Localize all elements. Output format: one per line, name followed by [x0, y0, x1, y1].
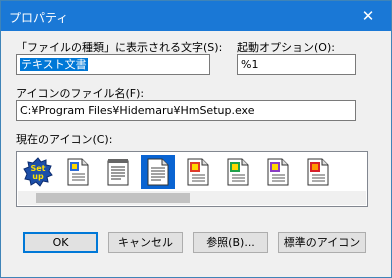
browse-button[interactable]: 参照(B)...	[193, 232, 268, 253]
document-icon-colorful-4[interactable]	[261, 155, 295, 189]
document-icon-colorful-5[interactable]	[301, 155, 335, 189]
file-type-value: テキスト文書	[20, 58, 88, 71]
icon-file-label: アイコンのファイル名(F):	[16, 87, 145, 100]
setup-badge-icon[interactable]: Set up	[21, 155, 55, 189]
icon-list-scrollbar[interactable]	[18, 191, 366, 205]
icon-file-input[interactable]: C:¥Program Files¥Hidemaru¥HmSetup.exe	[16, 100, 356, 121]
default-icon-button[interactable]: 標準のアイコン	[278, 232, 366, 253]
icon-list[interactable]: Set up	[16, 151, 368, 207]
document-icon-colorful-1[interactable]	[61, 155, 95, 189]
current-icon-label: 現在のアイコン(C):	[16, 133, 113, 146]
document-icon-selected[interactable]	[141, 155, 175, 189]
cancel-button[interactable]: キャンセル	[108, 232, 183, 253]
scrollbar-thumb[interactable]	[36, 193, 190, 203]
svg-text:up: up	[32, 172, 44, 181]
window-title: プロパティ	[9, 11, 69, 25]
startup-option-value: %1	[241, 58, 259, 71]
notepad-icon[interactable]	[101, 155, 135, 189]
startup-option-input[interactable]: %1	[237, 54, 356, 75]
ok-button[interactable]: OK	[23, 232, 98, 253]
startup-option-label: 起動オプション(O):	[237, 41, 335, 54]
file-type-input[interactable]: テキスト文書	[16, 54, 210, 75]
properties-dialog: プロパティ ✕ 「ファイルの種類」に表示される文字(S): テキスト文書 起動オ…	[0, 0, 392, 278]
title-bar[interactable]: プロパティ ✕	[1, 1, 391, 31]
close-icon[interactable]: ✕	[345, 1, 391, 31]
icon-file-value: C:¥Program Files¥Hidemaru¥HmSetup.exe	[20, 104, 255, 117]
file-type-label: 「ファイルの種類」に表示される文字(S):	[16, 41, 223, 54]
document-icon-colorful-3[interactable]	[221, 155, 255, 189]
document-icon-colorful-2[interactable]	[181, 155, 215, 189]
